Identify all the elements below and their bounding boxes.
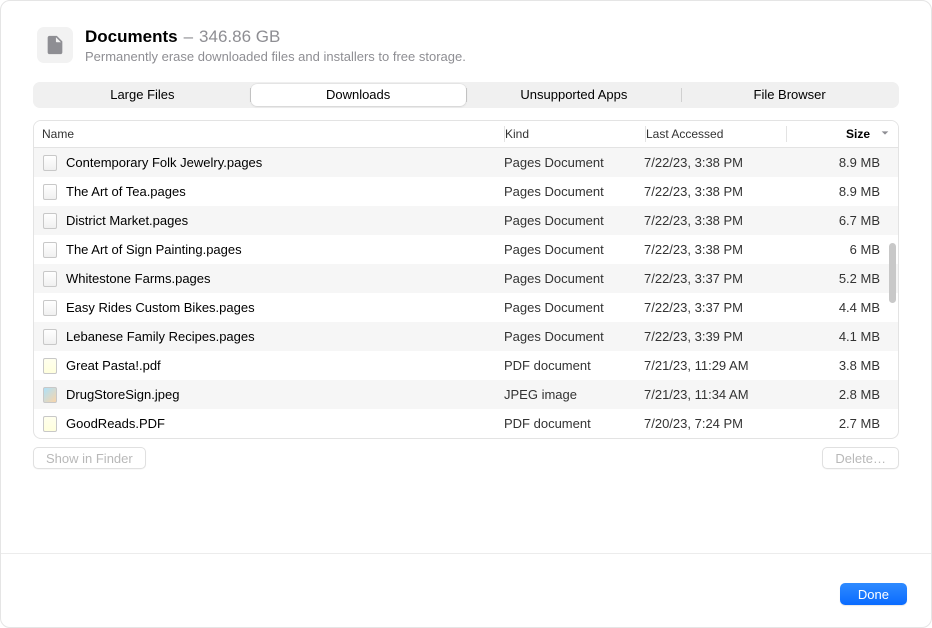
file-kind: JPEG image: [504, 387, 644, 402]
file-last-accessed: 7/22/23, 3:39 PM: [644, 329, 784, 344]
tab-large-files[interactable]: Large Files: [35, 84, 250, 106]
file-size: 2.7 MB: [784, 416, 898, 431]
header: Documents – 346.86 GB Permanently erase …: [1, 1, 931, 82]
file-last-accessed: 7/21/23, 11:29 AM: [644, 358, 784, 373]
file-icon: [42, 271, 58, 287]
file-kind: PDF document: [504, 416, 644, 431]
table-row[interactable]: GoodReads.PDF PDF document7/20/23, 7:24 P…: [34, 409, 898, 438]
table-row[interactable]: Easy Rides Custom Bikes.pages Pages Docum…: [34, 293, 898, 322]
page-title: Documents: [85, 27, 178, 47]
file-kind: Pages Document: [504, 213, 644, 228]
file-icon: [42, 329, 58, 345]
file-name: DrugStoreSign.jpeg: [66, 387, 179, 402]
title-separator: –: [184, 27, 193, 47]
file-name: Easy Rides Custom Bikes.pages: [66, 300, 255, 315]
table-row[interactable]: Lebanese Family Recipes.pages Pages Docum…: [34, 322, 898, 351]
column-header-name[interactable]: Name: [34, 127, 504, 141]
file-last-accessed: 7/22/23, 3:38 PM: [644, 242, 784, 257]
file-kind: PDF document: [504, 358, 644, 373]
show-in-finder-button[interactable]: Show in Finder: [33, 447, 146, 469]
file-size: 4.4 MB: [784, 300, 898, 315]
page-subtitle: Permanently erase downloaded files and i…: [85, 49, 466, 64]
file-size: 4.1 MB: [784, 329, 898, 344]
column-header-size[interactable]: Size: [787, 127, 898, 141]
documents-app-icon: [37, 27, 73, 63]
table-row[interactable]: Contemporary Folk Jewelry.pages Pages Doc…: [34, 148, 898, 177]
file-icon: [42, 242, 58, 258]
scrollbar-thumb[interactable]: [889, 243, 896, 303]
file-name: The Art of Sign Painting.pages: [66, 242, 242, 257]
file-kind: Pages Document: [504, 155, 644, 170]
column-header-size-label: Size: [846, 127, 870, 141]
tab-unsupported-apps[interactable]: Unsupported Apps: [467, 84, 682, 106]
chevron-down-icon: [880, 127, 890, 141]
file-kind: Pages Document: [504, 184, 644, 199]
storage-documents-window: Documents – 346.86 GB Permanently erase …: [1, 1, 931, 469]
file-icon: [42, 387, 58, 403]
file-last-accessed: 7/22/23, 3:38 PM: [644, 155, 784, 170]
file-last-accessed: 7/22/23, 3:38 PM: [644, 184, 784, 199]
file-last-accessed: 7/22/23, 3:37 PM: [644, 271, 784, 286]
column-header-kind[interactable]: Kind: [505, 127, 645, 141]
file-size: 3.8 MB: [784, 358, 898, 373]
table-header: Name Kind Last Accessed Size: [34, 121, 898, 147]
file-kind: Pages Document: [504, 242, 644, 257]
file-size: 2.8 MB: [784, 387, 898, 402]
file-size: 8.9 MB: [784, 184, 898, 199]
file-name: District Market.pages: [66, 213, 188, 228]
table-row[interactable]: Great Pasta!.pdf PDF document7/21/23, 11:…: [34, 351, 898, 380]
file-icon: [42, 155, 58, 171]
file-last-accessed: 7/21/23, 11:34 AM: [644, 387, 784, 402]
table-row[interactable]: DrugStoreSign.jpeg JPEG image7/21/23, 11:…: [34, 380, 898, 409]
file-name: Lebanese Family Recipes.pages: [66, 329, 255, 344]
file-kind: Pages Document: [504, 329, 644, 344]
table-row[interactable]: The Art of Tea.pages Pages Document7/22/2…: [34, 177, 898, 206]
segmented-control: Large Files Downloads Unsupported Apps F…: [33, 82, 899, 108]
table-row[interactable]: District Market.pages Pages Document7/22/…: [34, 206, 898, 235]
file-name: Great Pasta!.pdf: [66, 358, 161, 373]
file-name: Whitestone Farms.pages: [66, 271, 211, 286]
footer-separator: [1, 553, 931, 554]
table-row[interactable]: The Art of Sign Painting.pages Pages Docu…: [34, 235, 898, 264]
file-size: 8.9 MB: [784, 155, 898, 170]
downloads-table: Name Kind Last Accessed Size Contemporar…: [33, 120, 899, 439]
file-icon: [42, 300, 58, 316]
tab-file-browser[interactable]: File Browser: [682, 84, 897, 106]
file-last-accessed: 7/22/23, 3:37 PM: [644, 300, 784, 315]
file-icon: [42, 358, 58, 374]
file-last-accessed: 7/22/23, 3:38 PM: [644, 213, 784, 228]
done-button[interactable]: Done: [840, 583, 907, 605]
file-icon: [42, 416, 58, 432]
footer-row: Show in Finder Delete…: [1, 439, 931, 469]
file-kind: Pages Document: [504, 300, 644, 315]
tab-downloads[interactable]: Downloads: [251, 84, 466, 106]
file-last-accessed: 7/20/23, 7:24 PM: [644, 416, 784, 431]
file-size: 6 MB: [784, 242, 898, 257]
file-name: Contemporary Folk Jewelry.pages: [66, 155, 262, 170]
file-name: GoodReads.PDF: [66, 416, 165, 431]
file-kind: Pages Document: [504, 271, 644, 286]
file-icon: [42, 213, 58, 229]
file-icon: [42, 184, 58, 200]
delete-button[interactable]: Delete…: [822, 447, 899, 469]
column-header-last-accessed[interactable]: Last Accessed: [646, 127, 786, 141]
table-row[interactable]: Whitestone Farms.pages Pages Document7/22…: [34, 264, 898, 293]
file-name: The Art of Tea.pages: [66, 184, 186, 199]
title-size: 346.86 GB: [199, 27, 280, 47]
file-size: 5.2 MB: [784, 271, 898, 286]
file-size: 6.7 MB: [784, 213, 898, 228]
